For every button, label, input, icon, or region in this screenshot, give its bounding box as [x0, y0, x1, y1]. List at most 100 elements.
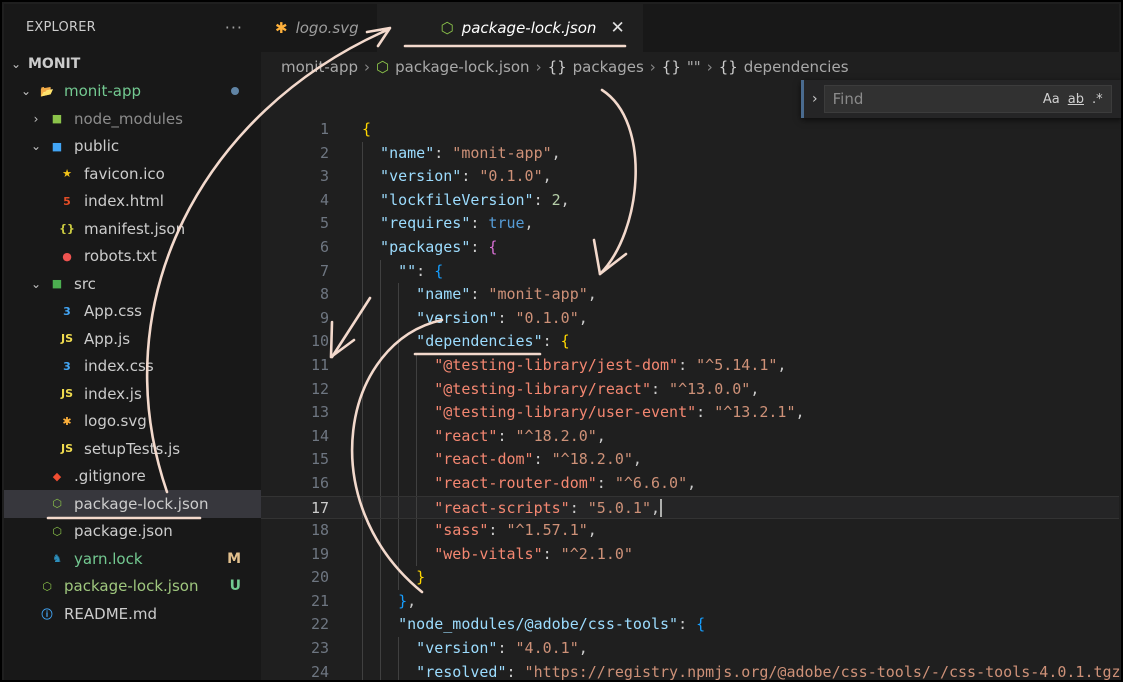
- line-number: 16: [310, 473, 329, 492]
- folder-src-icon: ■: [51, 277, 63, 291]
- code-line[interactable]: 1{: [261, 118, 1119, 142]
- code-line[interactable]: 22 "node_modules/@adobe/css-tools": {: [261, 613, 1119, 638]
- indent-guide: [398, 377, 400, 402]
- tree-item-label: favicon.ico: [84, 164, 165, 183]
- tab[interactable]: ✱ logo.svg: [261, 4, 377, 52]
- css-icon: 3: [63, 359, 71, 373]
- breadcrumb-label: package-lock.json: [395, 58, 530, 76]
- code-token: "web-vitals": [434, 544, 543, 563]
- breadcrumb-item[interactable]: › {} "": [644, 58, 701, 76]
- code-line[interactable]: 4 "lockfileVersion": 2,: [261, 188, 1119, 213]
- modified-dot: [231, 87, 239, 96]
- tree-item[interactable]: ›⬡package-lock.jsonU: [4, 573, 261, 601]
- find-input[interactable]: Find Aa ab .*: [823, 85, 1112, 113]
- breadcrumb-label: monit-app: [281, 58, 358, 76]
- json-object-icon: {}: [661, 58, 681, 76]
- code-token: "@testing-library/jest-dom": [434, 355, 679, 374]
- indent-guide: [416, 471, 418, 496]
- code-line[interactable]: 14 "react": "^18.2.0",: [261, 424, 1119, 449]
- tree-item[interactable]: ›⬡package-lock.json: [4, 490, 261, 518]
- tree-item[interactable]: ›JSsetupTests.js: [4, 435, 261, 463]
- tree-item[interactable]: ›✱logo.svg: [4, 408, 261, 436]
- code-token: :: [416, 261, 435, 280]
- code-text: "name": "monit-app",: [416, 283, 597, 307]
- code-line[interactable]: 9 "version": "0.1.0",: [261, 306, 1119, 331]
- breadcrumb-item[interactable]: › {} packages: [530, 58, 644, 76]
- code-line[interactable]: 8 "name": "monit-app",: [261, 283, 1119, 307]
- tree-item[interactable]: ›JSindex.js: [4, 380, 261, 408]
- tree-item[interactable]: ›JSApp.js: [4, 325, 261, 353]
- tree-item[interactable]: ›3index.css: [4, 353, 261, 381]
- workspace-root[interactable]: ⌄ MONIT: [4, 50, 261, 78]
- code-line[interactable]: 20}: [261, 566, 1119, 590]
- code-text: "packages": {: [380, 236, 497, 260]
- code-text: "react": "^18.2.0",: [434, 425, 606, 449]
- html-icon: 5: [63, 194, 71, 208]
- tree-item[interactable]: ⌄ ■ public: [4, 133, 261, 161]
- indent-guide: [362, 496, 363, 519]
- code-line[interactable]: 21},: [261, 589, 1119, 614]
- indent-guide: [398, 330, 400, 354]
- code-line[interactable]: 17 "react-scripts": "5.0.1",: [261, 495, 1119, 520]
- indent-guide: [380, 566, 382, 590]
- code-token: ,: [596, 426, 606, 445]
- tree-item[interactable]: ›♞yarn.lockM: [4, 545, 261, 573]
- tab-active[interactable]: ⬡ package-lock.json ✕: [376, 4, 643, 52]
- tree-item[interactable]: ›⬡package.json: [4, 518, 261, 546]
- code-line[interactable]: 24 "resolved": "https://registry.npmjs.or…: [261, 660, 1121, 680]
- code-token: :: [470, 285, 489, 304]
- code-token: ,: [750, 379, 760, 398]
- tree-item[interactable]: ›ⓘREADME.md: [4, 600, 261, 628]
- match-whole-word-icon[interactable]: ab: [1068, 92, 1084, 107]
- chevron-right-icon[interactable]: ›: [812, 91, 818, 107]
- code-line[interactable]: 5 "requires": true,: [261, 212, 1119, 236]
- code-line[interactable]: 12 "@testing-library/react": "^13.0.0",: [261, 377, 1119, 402]
- regex-icon[interactable]: .*: [1092, 92, 1103, 107]
- code-token: "^13.0.0": [669, 379, 751, 398]
- close-icon[interactable]: ✕: [610, 18, 624, 38]
- indent-guide: [380, 283, 382, 307]
- code-token: "react-dom": [434, 450, 534, 469]
- code-token: :: [497, 308, 516, 327]
- code-line[interactable]: 19 "web-vitals": "^2.1.0": [261, 542, 1119, 567]
- code-line[interactable]: 15 "react-dom": "^18.2.0",: [261, 448, 1119, 472]
- indent-guide: [380, 496, 382, 519]
- code-line[interactable]: 13 "@testing-library/user-event": "^13.2.…: [261, 401, 1119, 425]
- match-case-icon[interactable]: Aa: [1043, 92, 1060, 107]
- tree-item[interactable]: ›3App.css: [4, 298, 261, 326]
- code-line[interactable]: 2 "name": "monit-app",: [261, 141, 1119, 166]
- indent-guide: [362, 401, 363, 425]
- tree-item[interactable]: › ■ node_modules: [4, 105, 261, 133]
- indent-guide: [416, 542, 418, 567]
- line-number: 12: [310, 379, 329, 398]
- code-line[interactable]: 10 "dependencies": {: [261, 330, 1119, 354]
- indent-guide: [362, 589, 363, 614]
- tree-item[interactable]: ⌄ 📂 monit-app: [4, 78, 261, 106]
- code-token: "0.1.0": [479, 167, 543, 186]
- tree-item[interactable]: ›◆.gitignore: [4, 463, 261, 491]
- tree-item[interactable]: ›●robots.txt: [4, 243, 261, 271]
- tree-item[interactable]: ›5index.html: [4, 188, 261, 216]
- tab-label: package-lock.json: [461, 19, 597, 37]
- breadcrumb-item[interactable]: › {} dependencies: [701, 58, 849, 76]
- code-line[interactable]: 6 "packages": {: [261, 235, 1119, 260]
- more-actions-icon[interactable]: ···: [225, 18, 243, 37]
- tree-item[interactable]: ›{}manifest.json: [4, 215, 261, 243]
- js-icon: JS: [60, 442, 73, 456]
- breadcrumb-item[interactable]: › ⬡ package-lock.json: [358, 58, 530, 76]
- code-line[interactable]: 16 "react-router-dom": "^6.6.0",: [261, 471, 1119, 496]
- code-editor[interactable]: 1{2 "name": "monit-app", 3 "version": "0.1.…: [261, 118, 1121, 680]
- tree-item[interactable]: ›★favicon.ico: [4, 160, 261, 188]
- code-text: "version": "0.1.0",: [416, 307, 588, 331]
- code-text: {: [362, 118, 371, 142]
- breadcrumb-item[interactable]: monit-app: [281, 58, 358, 76]
- code-line[interactable]: 11 "@testing-library/jest-dom": "^5.14.1"…: [261, 353, 1119, 378]
- tree-item[interactable]: ⌄ ■ src: [4, 270, 261, 298]
- code-line[interactable]: 18 "sass": "^1.57.1",: [261, 519, 1119, 543]
- code-line[interactable]: 7 "": {: [261, 259, 1119, 284]
- node-icon: ⬡: [376, 58, 390, 76]
- code-token: :: [569, 498, 588, 517]
- code-line[interactable]: 3 "version": "0.1.0",: [261, 165, 1119, 189]
- workspace-root-label: MONIT: [28, 55, 81, 72]
- code-line[interactable]: 23 "version": "4.0.1",: [261, 637, 1119, 661]
